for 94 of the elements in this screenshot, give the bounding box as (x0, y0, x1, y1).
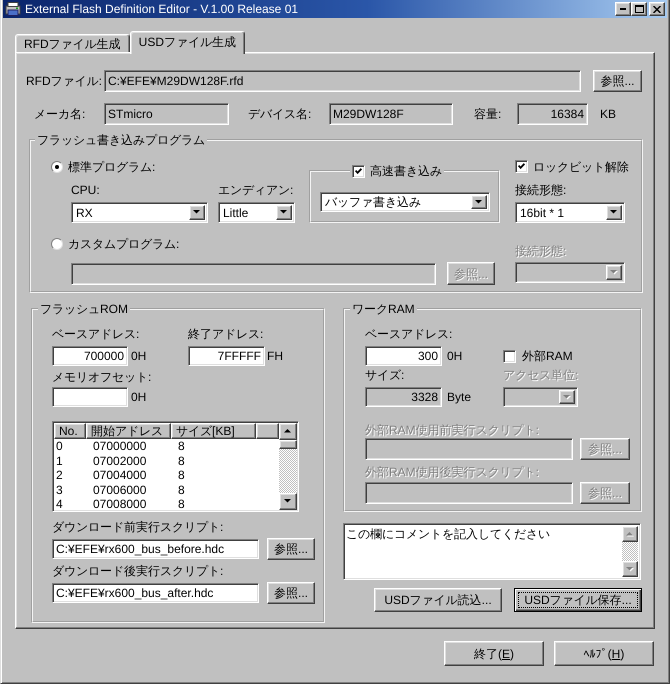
base-address-field[interactable]: 300 (365, 346, 442, 366)
checkmark-icon (518, 163, 525, 170)
endian-label: エンディアン: (218, 183, 294, 197)
table-cell-text: 8 (177, 482, 186, 497)
post-script-field[interactable]: C:¥EFE¥rx600_bus_after.hdc (52, 583, 259, 603)
radio-button[interactable] (51, 160, 63, 172)
table-cell-text: 1 (55, 454, 64, 468)
table-cell-text: 2 (55, 468, 64, 482)
maximize-button[interactable] (631, 2, 647, 16)
help-button[interactable]: ﾍﾙﾌﾟ(H) (554, 641, 654, 666)
device-name-label: デバイス名: (248, 107, 312, 121)
pre-script-field[interactable]: C:¥EFE¥rx600_bus_before.hdc (52, 539, 259, 559)
table-cell-text: 07000000 (92, 439, 148, 454)
radio-dot-icon (55, 164, 59, 168)
table-cell-text: 07002000 (92, 454, 148, 468)
cpu-label: CPU: (71, 183, 100, 197)
cpu-dropdown[interactable]: RX (71, 202, 208, 223)
tab[interactable]: RFDファイル生成 (15, 34, 130, 52)
size-field[interactable]: 3328 (365, 387, 442, 407)
rfd-file-label: RFDファイル: (26, 74, 102, 88)
write-mode-dropdown[interactable]: バッファ書き込み (320, 192, 490, 212)
group-title: フラッシュROM (39, 302, 129, 316)
table-cell-text: 07006000 (92, 482, 148, 497)
maker-field[interactable]: STmicro (104, 103, 229, 125)
checkmark-icon (355, 168, 362, 174)
load-usd-button[interactable]: USDファイル読込... (374, 588, 502, 612)
browse-button[interactable]: 参照... (593, 70, 642, 92)
checkbox[interactable] (503, 350, 516, 362)
scrollbar[interactable] (622, 526, 638, 577)
connection-label: 接続形態: (515, 183, 566, 197)
scrollbar-thumb[interactable] (279, 440, 297, 449)
unit-label: Byte (447, 390, 472, 404)
unit-label: 0H (131, 349, 146, 363)
memory-offset-field[interactable] (52, 387, 128, 407)
capacity-field[interactable]: 16384 (517, 103, 588, 125)
lock-bit-release-label: ロックビット解除 (533, 160, 629, 174)
radio-button[interactable] (51, 238, 63, 250)
custom-program-label: カスタムプログラム: (68, 236, 180, 250)
size-label: サイズ: (365, 368, 404, 382)
post-script-label: ダウンロード後実行スクリプト: (52, 564, 224, 578)
table-cell-text: 07008000 (92, 497, 148, 512)
table-cell-text: 8 (177, 454, 186, 468)
save-usd-button[interactable]: USDファイル保存... (514, 588, 642, 612)
external-ram-label: 外部RAM (522, 349, 573, 363)
comment-field[interactable]: この欄にコメントを記入してください (343, 523, 641, 580)
checkbox[interactable] (515, 160, 528, 173)
minimize-button[interactable] (615, 2, 631, 16)
table-cell-text: 0 (55, 439, 64, 454)
memory-offset-label: メモリオフセット: (52, 370, 152, 384)
device-name-field[interactable]: M29DW128F (329, 103, 453, 125)
unit-label: FH (267, 349, 283, 363)
pre-script-label: ダウンロード前実行スクリプト: (52, 520, 224, 534)
browse-button[interactable]: 参照... (267, 538, 315, 560)
capacity-label: 容量: (474, 107, 502, 121)
maker-label: メーカ名: (34, 107, 86, 121)
end-address-field[interactable]: 7FFFFF (188, 346, 265, 366)
connection-label: 接続形態: (515, 244, 566, 258)
access-unit-label: アクセス単位: (503, 368, 578, 382)
maximize-icon (634, 5, 644, 13)
checkbox[interactable] (352, 164, 365, 178)
endian-dropdown[interactable]: Little (218, 202, 295, 223)
table-cell-text: 4 (55, 497, 64, 512)
close-icon (653, 6, 661, 12)
table-cell-text: 3 (55, 482, 64, 497)
fast-write-label: 高速書き込み (370, 164, 442, 178)
standard-program-label: 標準プログラム: (68, 160, 156, 174)
table-cell-text: 8 (177, 439, 186, 454)
unit-label: 0H (447, 349, 462, 363)
close-button[interactable] (649, 2, 665, 16)
column-header[interactable]: サイズ[KB] (171, 423, 256, 439)
post-script-label: 外部RAM使用後実行スクリプト: (365, 465, 539, 479)
unit-label: 0H (131, 390, 146, 404)
window-icon (5, 1, 21, 17)
table-cell-text: 8 (177, 497, 186, 512)
unit-label: KB (600, 107, 616, 121)
table-cell-text: 8 (177, 468, 186, 482)
minimize-icon (620, 8, 626, 10)
column-header[interactable]: No. (54, 423, 86, 439)
exit-button[interactable]: 終了(E) (444, 641, 544, 666)
base-address-label: ベースアドレス: (52, 327, 140, 341)
group-title: ワークRAM (351, 302, 416, 316)
window-title: External Flash Definition Editor - V.1.00 Release 01 (25, 2, 298, 16)
group-title: フラッシュ書き込みプログラム (36, 133, 206, 147)
column-header[interactable]: 開始アドレス (86, 423, 171, 439)
connection-dropdown[interactable]: 16bit * 1 (515, 202, 625, 223)
pre-script-label: 外部RAM使用前実行スクリプト: (365, 423, 539, 437)
tab[interactable]: USDファイル生成 (130, 31, 246, 54)
rfd-file-field[interactable]: C:¥EFE¥M29DW128F.rfd (104, 70, 581, 92)
base-address-field[interactable]: 700000 (52, 346, 128, 366)
scrollbar[interactable] (279, 423, 297, 510)
end-address-label: 終了アドレス: (188, 327, 264, 341)
base-address-label: ベースアドレス: (365, 327, 452, 341)
table-cell-text: 07004000 (92, 468, 148, 482)
browse-button[interactable]: 参照... (267, 582, 315, 604)
